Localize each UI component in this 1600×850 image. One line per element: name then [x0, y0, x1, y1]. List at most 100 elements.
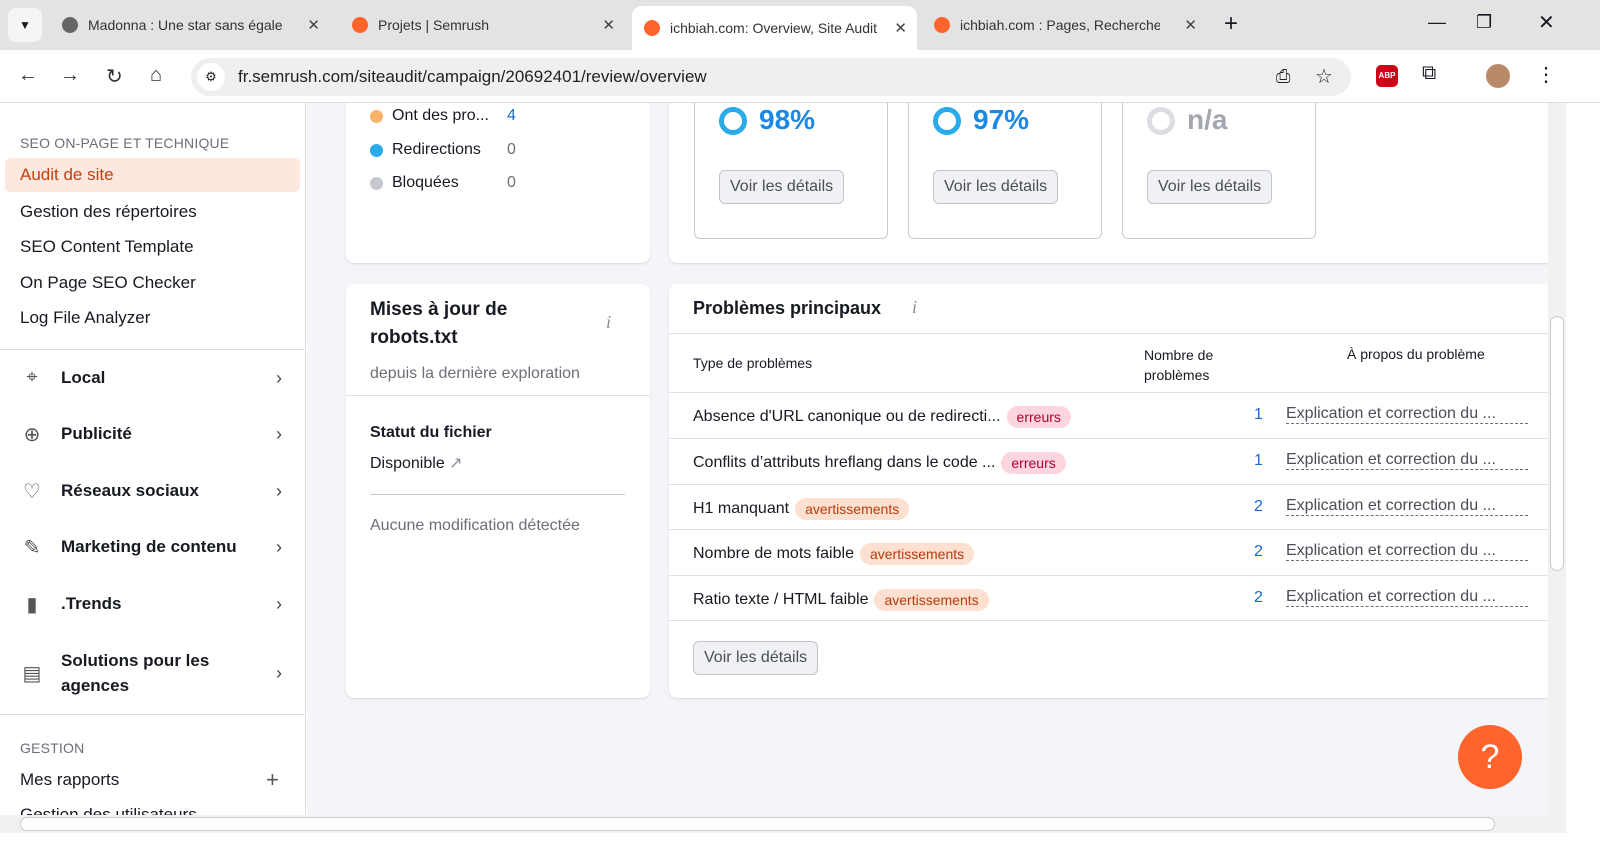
vertical-scrollbar[interactable]: [1548, 103, 1566, 815]
header-count: Nombre de problèmes: [1144, 347, 1214, 383]
issue-name[interactable]: Conflits d’attributs hreflang dans le co…: [693, 454, 995, 472]
back-icon[interactable]: ←: [18, 64, 38, 87]
explanation-link[interactable]: Explication et correction du ...: [1286, 497, 1528, 516]
sidebar-group-reseaux[interactable]: ♡ Réseaux sociaux ›: [20, 479, 290, 504]
adblock-icon[interactable]: ABP: [1376, 65, 1398, 87]
semrush-icon: [934, 17, 950, 33]
issue-name[interactable]: Nombre de mots faible: [693, 545, 854, 563]
reload-icon[interactable]: ↻: [106, 64, 123, 89]
status-value-link[interactable]: Disponible ↗: [370, 453, 463, 473]
chevron-right-icon: ›: [276, 423, 282, 444]
restore-button[interactable]: ❐: [1476, 12, 1492, 33]
minimize-button[interactable]: —: [1428, 12, 1446, 33]
issue-count[interactable]: 2: [1254, 498, 1263, 516]
home-icon[interactable]: ⌂: [150, 64, 162, 87]
legend-item: Bloquées 0: [370, 174, 516, 192]
new-tab-button[interactable]: +: [1224, 10, 1238, 38]
progress-ring-icon: [1147, 107, 1175, 135]
issue-name[interactable]: Ratio texte / HTML faible: [693, 591, 868, 609]
install-icon[interactable]: ⎙: [1276, 66, 1290, 87]
status-dot: [370, 143, 383, 157]
site-info-icon[interactable]: ⚙: [197, 63, 225, 91]
explanation-link[interactable]: Explication et correction du ...: [1286, 405, 1528, 424]
forward-icon[interactable]: →: [60, 64, 80, 87]
details-button[interactable]: Voir les détails: [719, 170, 845, 204]
sidebar-item-rapports[interactable]: Mes rapports: [20, 770, 119, 790]
sidebar-item-content-template[interactable]: SEO Content Template: [20, 237, 194, 257]
sidebar-item-utilisateurs[interactable]: Gestion des utilisateurs: [20, 805, 197, 815]
main-content: Ont des pro... 4 Redirections 0 Bloquées 0 …: [307, 103, 1548, 815]
divider: [370, 494, 625, 495]
url-input[interactable]: ⚙ fr.semrush.com/siteaudit/campaign/2069…: [191, 58, 1351, 96]
table-row: Conflits d’attributs hreflang dans le co…: [669, 438, 1548, 484]
issue-name[interactable]: Absence d'URL canonique ou de redirecti.…: [693, 408, 1001, 426]
scroll-thumb[interactable]: [1550, 316, 1564, 571]
divider: [0, 714, 305, 715]
issue-count[interactable]: 1: [1254, 406, 1263, 424]
sidebar-item-log-analyzer[interactable]: Log File Analyzer: [20, 308, 150, 328]
pencil-icon: ✎: [23, 537, 41, 559]
chevron-right-icon: ›: [276, 662, 282, 683]
details-button[interactable]: Voir les détails: [933, 170, 1059, 204]
sidebar-group-local[interactable]: ⌖ Local ›: [20, 366, 290, 390]
status-dot: [370, 176, 383, 190]
issue-count[interactable]: 1: [1254, 452, 1263, 470]
tab-list-button[interactable]: ▼: [8, 8, 42, 42]
sidebar-group-agences[interactable]: ▤ Solutions pour les agences ›: [20, 648, 290, 698]
scroll-thumb[interactable]: [20, 817, 1495, 831]
horizontal-scrollbar[interactable]: [0, 815, 1566, 833]
legend-item: Redirections 0: [370, 141, 516, 159]
info-icon[interactable]: i: [606, 312, 611, 333]
chevron-right-icon: ›: [276, 367, 282, 388]
bar-chart-icon: ▮: [26, 594, 38, 616]
issues-card: Problèmes principaux i Type de problèmes…: [669, 284, 1548, 698]
bookmark-star-icon[interactable]: ☆: [1315, 64, 1333, 89]
extensions-icon[interactable]: ⧉: [1422, 62, 1436, 85]
score-box: n/a Voir les détails: [1122, 103, 1316, 239]
issue-count[interactable]: 2: [1254, 543, 1263, 561]
close-tab-icon[interactable]: ✕: [1184, 16, 1197, 34]
close-tab-icon[interactable]: ✕: [307, 16, 320, 34]
close-tab-icon[interactable]: ✕: [602, 16, 615, 34]
divider: [0, 349, 305, 350]
globe-icon: [62, 17, 78, 33]
status-badge: avertissements: [859, 543, 975, 565]
sidebar-item-repertoires[interactable]: Gestion des répertoires: [20, 202, 197, 222]
divider: [346, 395, 650, 396]
explanation-link[interactable]: Explication et correction du ...: [1286, 542, 1528, 561]
status-dot: [370, 109, 383, 123]
external-link-icon: ↗: [449, 455, 463, 472]
tab-pages[interactable]: ichbiah.com : Pages, Recherche ✕: [922, 8, 1207, 42]
sidebar: SEO ON-PAGE ET TECHNIQUE Audit de site G…: [0, 103, 306, 815]
profile-avatar[interactable]: [1486, 64, 1510, 88]
issues-details-button[interactable]: Voir les détails: [693, 641, 819, 675]
scores-card: 98% Voir les détails 97% Voir les détails …: [669, 103, 1548, 263]
explanation-link[interactable]: Explication et correction du ...: [1286, 588, 1528, 607]
add-report-button[interactable]: +: [266, 767, 279, 793]
tab-overview[interactable]: ichbiah.com: Overview, Site Audit ✕: [632, 6, 917, 50]
tab-madonna[interactable]: Madonna : Une star sans égale ✕: [50, 8, 330, 42]
issue-count[interactable]: 2: [1254, 589, 1263, 607]
sidebar-group-marketing[interactable]: ✎ Marketing de contenu ›: [20, 535, 290, 560]
score-box: 98% Voir les détails: [694, 103, 888, 239]
tab-projets[interactable]: Projets | Semrush ✕: [340, 8, 625, 42]
close-tab-icon[interactable]: ✕: [894, 19, 907, 37]
sidebar-group-publicite[interactable]: ⊕ Publicité ›: [20, 422, 290, 447]
info-icon[interactable]: i: [912, 297, 917, 318]
menu-icon[interactable]: ⋮: [1536, 62, 1556, 87]
progress-ring-icon: [933, 107, 961, 135]
table-row: Ratio texte / HTML faible avertissements 2…: [669, 575, 1548, 621]
issue-name[interactable]: H1 manquant: [693, 500, 789, 518]
address-bar-area: ← → ↻ ⌂ ⚙ fr.semrush.com/siteaudit/campa…: [0, 50, 1600, 103]
sidebar-item-onpage-checker[interactable]: On Page SEO Checker: [20, 273, 196, 293]
close-window-button[interactable]: ✕: [1538, 10, 1555, 35]
sidebar-item-audit[interactable]: Audit de site: [5, 158, 300, 192]
sidebar-group-trends[interactable]: ▮ .Trends ›: [20, 592, 290, 617]
help-button[interactable]: ?: [1458, 725, 1522, 789]
details-button[interactable]: Voir les détails: [1147, 170, 1273, 204]
status-badge: avertissements: [795, 498, 910, 520]
progress-ring-icon: [719, 107, 747, 135]
section-heading: GESTION: [20, 740, 85, 756]
explanation-link[interactable]: Explication et correction du ...: [1286, 451, 1528, 470]
pages-card: Ont des pro... 4 Redirections 0 Bloquées 0: [346, 103, 650, 263]
